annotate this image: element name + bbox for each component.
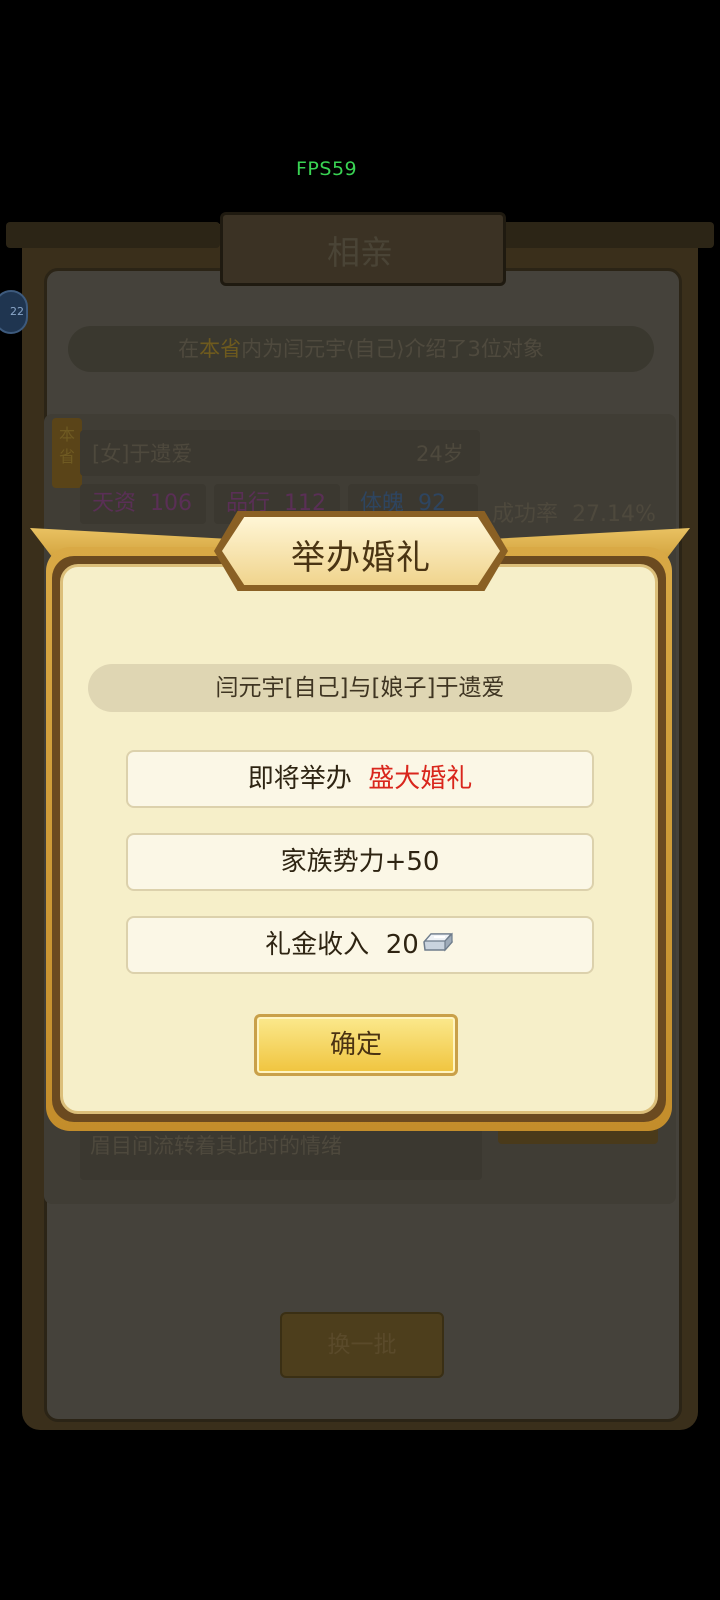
gift-income-row: 礼金收入 20 [126, 916, 594, 974]
couple-names: 闫元宇[自己]与[娘子]于遗爱 [88, 664, 632, 712]
refresh-button[interactable]: 换一批 [280, 1312, 444, 1378]
candidate-name: [女]于遗爱 [92, 442, 193, 466]
clan-power-row: 家族势力+50 [126, 833, 594, 891]
matchmaking-info: 在本省内为闫元宇⟨自己⟩介绍了3位对象 [68, 326, 654, 372]
background-wing-left [6, 222, 220, 248]
success-rate: 成功率 27.14% [492, 502, 656, 527]
background-title: 相亲 [327, 233, 393, 272]
fps-counter: FPS59 [296, 158, 358, 180]
silver-ingot-icon [421, 919, 455, 973]
wedding-type-row: 即将举办 盛大婚礼 [126, 750, 594, 808]
clan-power-text: 家族势力+50 [280, 847, 440, 877]
stat-talent: 天资 106 [80, 484, 206, 524]
province-tag: 本省 [52, 418, 82, 488]
candidate-description: 眉目间流转着其此时的情绪 [90, 1134, 342, 1158]
background-wing-right [500, 222, 714, 248]
candidate-age: 24岁 [416, 442, 464, 466]
wedding-prefix: 即将举办 [247, 764, 352, 794]
gift-label: 礼金收入 [265, 930, 370, 960]
avatar-badge[interactable]: 22 [0, 290, 28, 334]
gift-amount: 20 [385, 930, 419, 960]
confirm-button[interactable]: 确定 [254, 1014, 458, 1076]
dialog-title: 举办婚礼 [291, 538, 431, 578]
wedding-type: 盛大婚礼 [368, 764, 473, 794]
